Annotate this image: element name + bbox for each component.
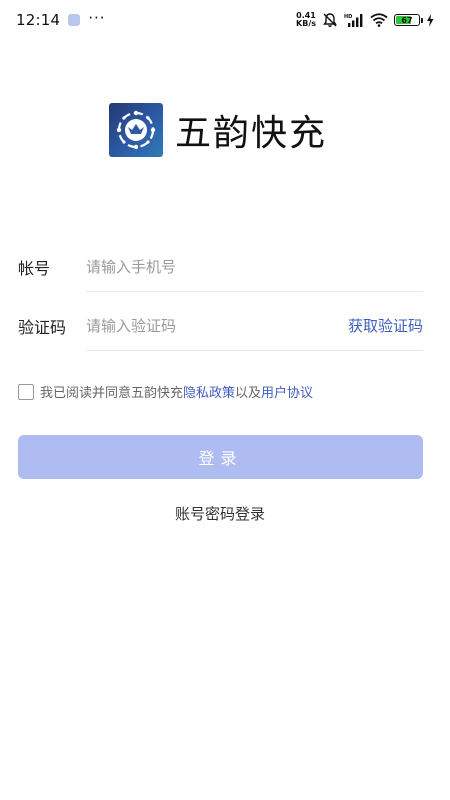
status-time: 12:14 — [16, 11, 61, 29]
login-screen: 12:14 ··· 0.41 KB/s HD 67 五韵快充 帐号 请输入手机号… — [0, 0, 450, 800]
mute-bell-icon — [322, 12, 338, 28]
login-button[interactable]: 登录 — [18, 435, 423, 479]
app-name: 五韵快充 — [175, 113, 328, 154]
signal-icon: HD — [344, 13, 364, 27]
privacy-policy-link[interactable]: 隐私政策 — [183, 382, 235, 401]
phone-label: 帐号 — [18, 259, 51, 278]
phone-input[interactable] — [86, 257, 423, 276]
battery-icon: 67 — [394, 14, 423, 26]
status-bar: 12:14 ··· 0.41 KB/s HD 67 — [0, 0, 450, 40]
charging-bolt-icon — [426, 13, 434, 27]
network-speed: 0.41 KB/s — [296, 12, 316, 28]
agreement-checkbox[interactable] — [18, 383, 34, 400]
agreement-joiner: 以及 — [235, 386, 262, 401]
get-code-button[interactable]: 获取验证码 — [348, 315, 423, 336]
agreement-prefix: 我已阅读并同意五韵快充 — [40, 386, 184, 401]
code-label: 验证码 — [18, 318, 67, 337]
code-row: 验证码 获取验证码 — [18, 301, 423, 351]
password-login-link[interactable]: 账号密码登录 — [0, 503, 440, 524]
more-notifications-icon: ··· — [88, 9, 106, 27]
net-speed-unit: KB/s — [296, 19, 316, 28]
app-logo: 五韵快充 — [109, 103, 327, 157]
code-field-wrap: 获取验证码 — [86, 301, 423, 351]
agreement-row: 我已阅读并同意五韵快充 隐私政策 以及 用户协议 — [18, 382, 428, 401]
verification-code-input[interactable] — [86, 316, 348, 335]
status-right: 0.41 KB/s HD 67 — [296, 12, 434, 28]
battery-level: 67 — [401, 15, 413, 25]
user-agreement-link[interactable]: 用户协议 — [261, 382, 313, 401]
wifi-icon — [370, 13, 388, 27]
app-notification-icon — [68, 14, 81, 26]
phone-row: 帐号 — [18, 242, 423, 292]
phone-field-wrap — [86, 242, 423, 292]
app-logo-icon — [109, 103, 163, 157]
hd-badge: HD — [344, 14, 352, 20]
status-left: 12:14 ··· — [16, 9, 106, 29]
